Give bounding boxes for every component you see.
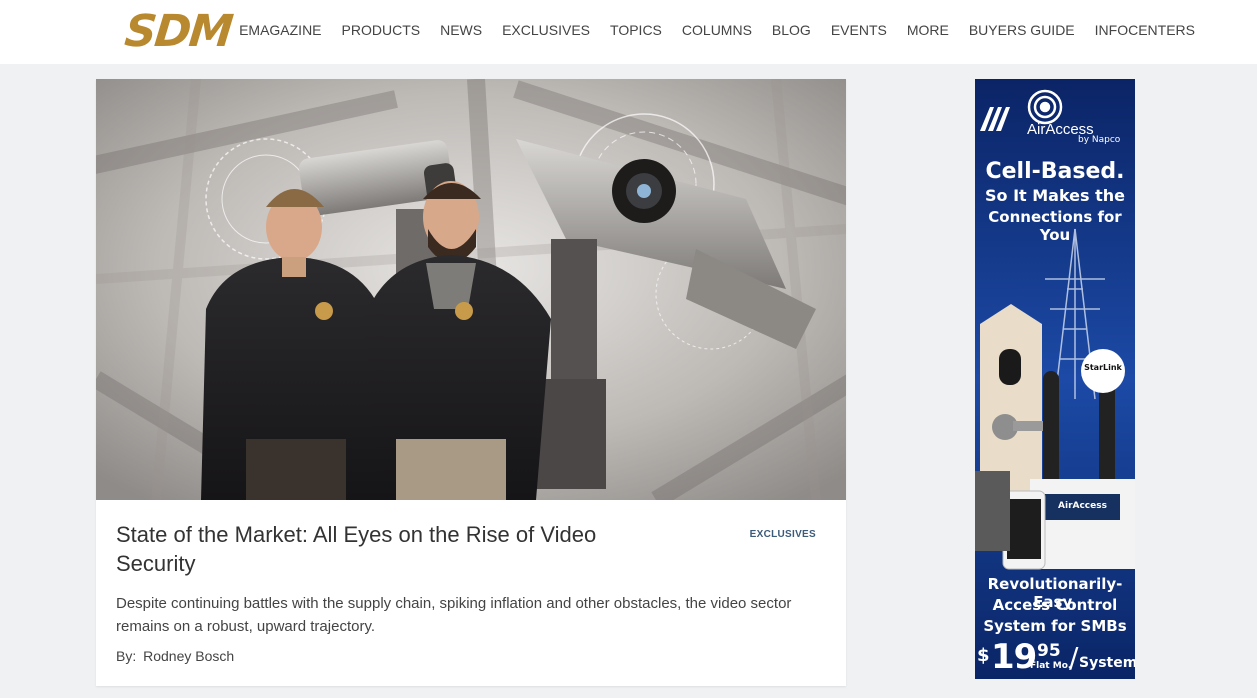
article-hero-image[interactable] xyxy=(96,79,846,500)
main-nav: EMAGAZINE PRODUCTS NEWS EXCLUSIVES TOPIC… xyxy=(229,20,1195,40)
article-author[interactable]: Rodney Bosch xyxy=(143,648,234,664)
nav-blog[interactable]: BLOG xyxy=(762,20,821,40)
article-category-tag[interactable]: EXCLUSIVES xyxy=(750,529,816,540)
nav-infocenters[interactable]: INFOCENTERS xyxy=(1085,20,1195,40)
ad-brand-sub: by Napco xyxy=(1078,135,1121,145)
sidebar-ad-banner[interactable]: AirAccess by Napco Cell-Based. So It Mak… xyxy=(975,79,1135,679)
article-description: Despite continuing battles with the supp… xyxy=(116,595,792,635)
nav-more[interactable]: MORE xyxy=(897,20,959,40)
ad-headline-2: So It Makes the xyxy=(984,186,1126,205)
ad-price-slash: / xyxy=(1069,641,1079,674)
ad-headline-3: Connections for You xyxy=(988,208,1122,244)
site-header: SDM EMAGAZINE PRODUCTS NEWS EXCLUSIVES T… xyxy=(0,0,1257,64)
nav-topics[interactable]: TOPICS xyxy=(600,20,672,40)
byline-label: By: xyxy=(116,648,137,664)
ad-price-main: 19 xyxy=(991,637,1037,677)
nav-exclusives[interactable]: EXCLUSIVES xyxy=(492,20,600,40)
nav-emagazine[interactable]: EMAGAZINE xyxy=(229,20,331,40)
ad-price-suffix: System xyxy=(1079,655,1135,671)
site-logo[interactable]: SDM xyxy=(122,6,233,57)
hero-illustration xyxy=(96,79,846,500)
article-title[interactable]: State of the Market: All Eyes on the Ris… xyxy=(116,520,636,578)
ad-price-symbol: $ xyxy=(977,645,990,666)
ad-starlink-badge: StarLink xyxy=(1084,363,1122,372)
ad-tagline-2: Access Control xyxy=(992,596,1118,614)
nav-events[interactable]: EVENTS xyxy=(821,20,897,40)
article-byline: By: Rodney Bosch xyxy=(116,648,826,664)
nav-news[interactable]: NEWS xyxy=(430,20,492,40)
ad-device-label: AirAccess xyxy=(1058,501,1107,511)
featured-article-card: State of the Market: All Eyes on the Ris… xyxy=(96,79,846,686)
ad-price: $ 19 95 Flat Mo. / System xyxy=(975,637,1135,679)
nav-products[interactable]: PRODUCTS xyxy=(332,20,431,40)
article-summary: State of the Market: All Eyes on the Ris… xyxy=(116,520,826,664)
nav-buyers-guide[interactable]: BUYERS GUIDE xyxy=(959,20,1085,40)
ad-price-cents: 95 xyxy=(1037,641,1061,661)
nav-columns[interactable]: COLUMNS xyxy=(672,20,762,40)
ad-headline-1: Cell-Based. xyxy=(985,159,1125,184)
ad-price-unit: Flat Mo. xyxy=(1030,661,1072,671)
ad-tagline-3: System for SMBs xyxy=(983,617,1127,635)
